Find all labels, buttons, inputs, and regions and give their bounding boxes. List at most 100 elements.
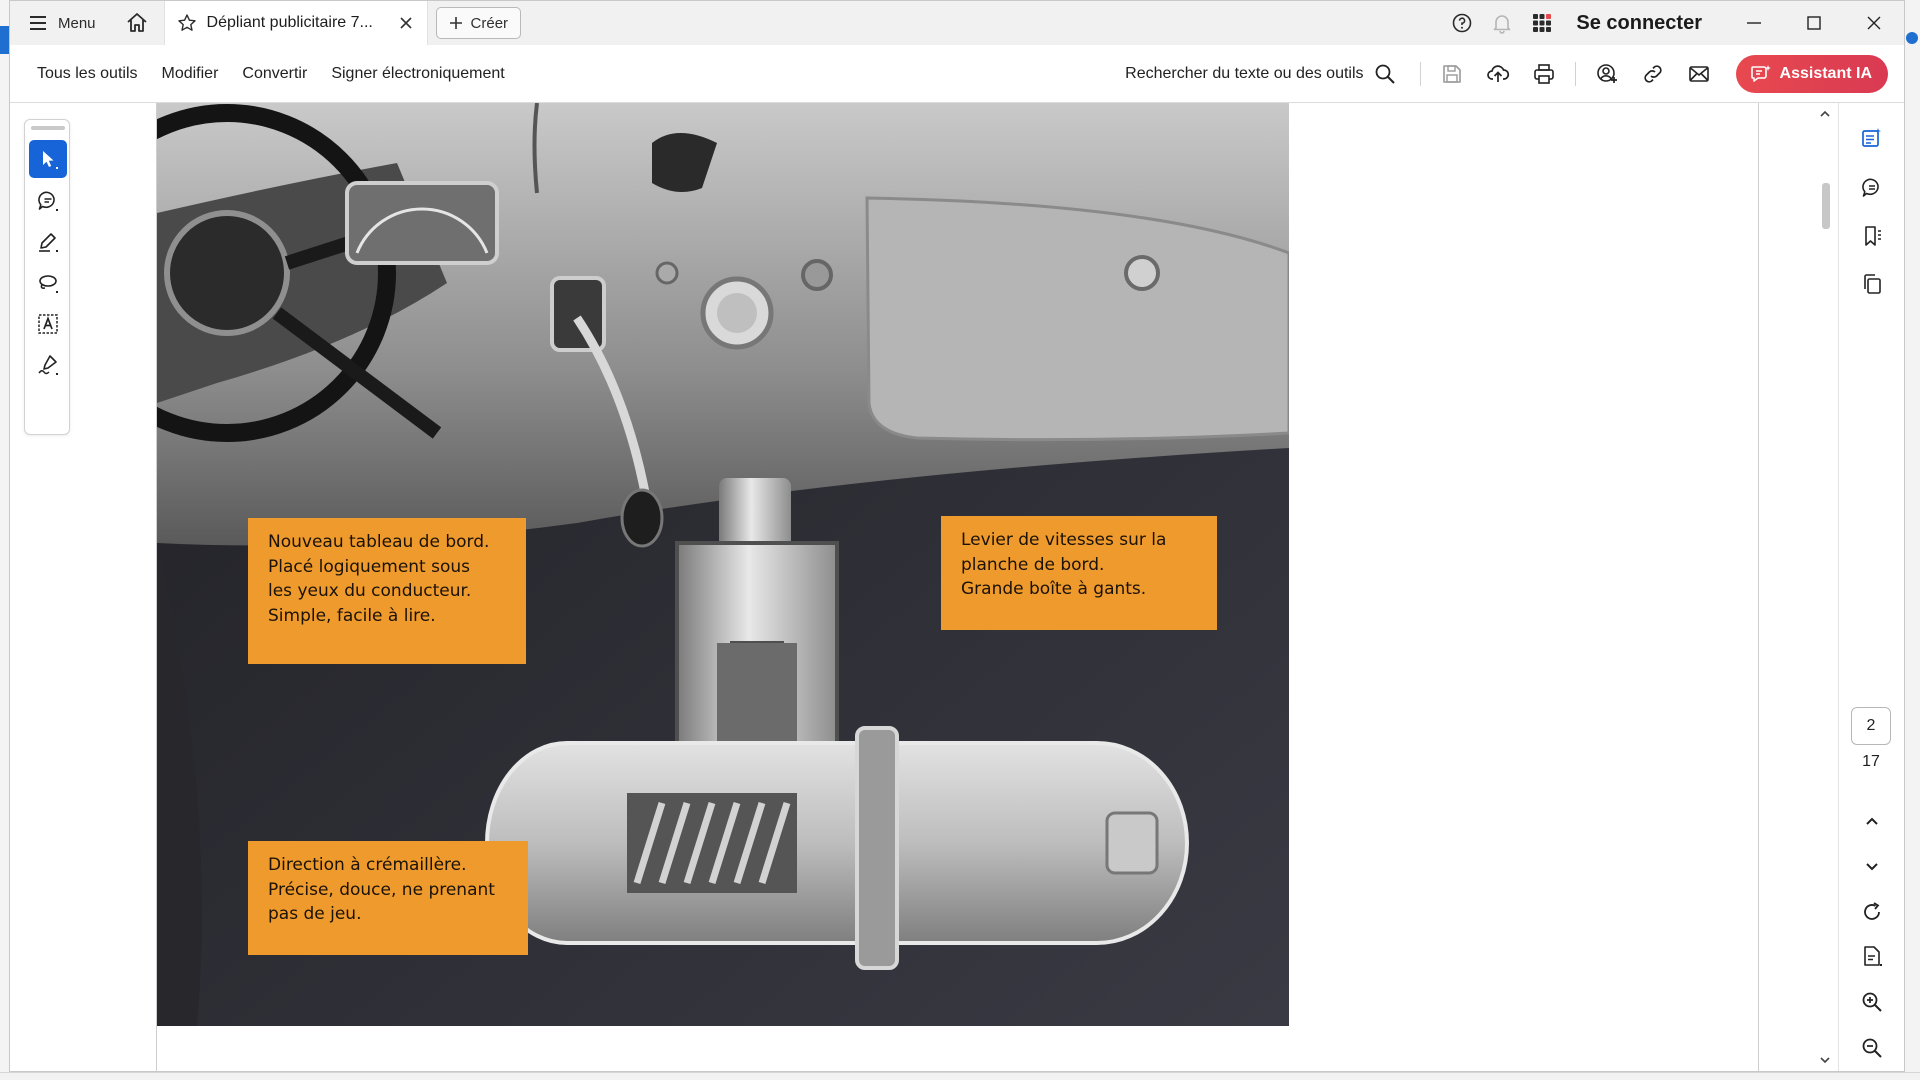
print-button[interactable] (1521, 51, 1567, 97)
previous-page-button[interactable] (1853, 803, 1891, 841)
document-tab[interactable]: Dépliant publicitaire 7... (163, 1, 428, 45)
cursor-arrow-icon (43, 151, 58, 169)
quick-tools-drag-handle[interactable] (31, 126, 65, 130)
current-page-input[interactable]: 2 (1851, 707, 1891, 745)
pages-panel-button[interactable] (1853, 265, 1891, 303)
caption-line: Direction à crémaillère. (268, 855, 467, 875)
right-side-panel: 2 17 (1838, 103, 1904, 1071)
bookmark-icon (1865, 226, 1881, 246)
fit-page-icon (1864, 946, 1882, 966)
ai-assistant-icon (1750, 64, 1771, 82)
comments-panel-button[interactable] (1853, 169, 1891, 207)
menu-button-label: Menu (58, 14, 96, 32)
copy-pages-icon (1864, 274, 1881, 294)
document-tab-title: Dépliant publicitaire 7... (206, 14, 373, 31)
desktop-bottom-strip (0, 1072, 1920, 1080)
hamburger-icon (30, 16, 46, 30)
menu-button[interactable]: Menu (10, 1, 110, 45)
bookmarks-panel-button[interactable] (1853, 217, 1891, 255)
apps-button[interactable] (1522, 1, 1562, 45)
desktop-taskbar-accent (0, 26, 9, 54)
home-icon (126, 13, 147, 32)
scroll-down-arrow[interactable] (1816, 1051, 1834, 1069)
close-icon[interactable] (397, 14, 415, 32)
all-tools-menu[interactable]: Tous les outils (28, 65, 153, 83)
toolbar-divider (1419, 61, 1421, 86)
zoom-out-button[interactable] (1853, 1029, 1891, 1067)
document-view[interactable]: Nouveau tableau de bord. Placé logiqueme… (10, 103, 1838, 1071)
caption-line: Précise, douce, ne prenant (268, 879, 495, 900)
edit-panel-button[interactable] (1853, 119, 1891, 157)
search-tools-label: Rechercher du texte ou des outils (1125, 64, 1364, 82)
printer-icon (1533, 63, 1554, 84)
total-pages-label: 17 (1862, 753, 1880, 770)
notifications-button[interactable] (1482, 1, 1522, 45)
draw-tool-button[interactable] (29, 264, 67, 302)
chevron-down-icon (1866, 863, 1878, 871)
next-page-button[interactable] (1853, 847, 1891, 885)
caption-gear-lever: Levier de vitesses sur la planche de bor… (941, 516, 1217, 630)
edit-document-icon (1862, 128, 1881, 147)
comment-panel-icon (1862, 178, 1879, 197)
scrollbar-thumb[interactable] (1822, 183, 1830, 229)
desktop-edge-right (1905, 0, 1920, 1080)
search-icon (1375, 64, 1395, 84)
page-fit-button[interactable] (1853, 937, 1891, 975)
bell-icon (1494, 15, 1511, 34)
e-sign-menu[interactable]: Signer électroniquement (322, 65, 519, 83)
sign-tool-button[interactable] (29, 346, 67, 384)
lasso-draw-icon (39, 275, 58, 293)
caption-line: pas de jeu. (268, 904, 362, 925)
minimize-button[interactable] (1724, 1, 1784, 45)
upload-cloud-button[interactable] (1475, 51, 1521, 97)
ai-assistant-button[interactable]: Assistant IA (1735, 54, 1888, 93)
title-bar: Menu Dépliant publicitaire 7... Créer Se… (10, 1, 1904, 45)
add-text-tool-button[interactable] (29, 305, 67, 343)
search-tools-button[interactable]: Rechercher du texte ou des outils (1125, 63, 1411, 85)
caption-steering: Direction à crémaillère. Précise, douce,… (248, 841, 528, 955)
edit-menu[interactable]: Modifier (153, 65, 234, 83)
share-people-button[interactable] (1584, 51, 1630, 97)
zoom-in-button[interactable] (1853, 983, 1891, 1021)
sign-in-link[interactable]: Se connecter (1562, 12, 1724, 35)
cloud-upload-icon (1486, 64, 1509, 82)
home-button[interactable] (110, 1, 164, 45)
zoom-out-icon (1862, 1038, 1882, 1058)
minimize-icon (1747, 22, 1761, 24)
maximize-icon (1807, 16, 1821, 30)
caption-line: Levier de vitesses sur la (961, 530, 1167, 550)
pdf-viewer-window: Menu Dépliant publicitaire 7... Créer Se… (9, 0, 1905, 1072)
add-comment-tool-button[interactable] (29, 182, 67, 220)
select-tool-button[interactable] (29, 140, 67, 178)
scroll-up-arrow[interactable] (1816, 105, 1834, 123)
link-icon (1643, 64, 1662, 83)
pen-icon (39, 233, 58, 252)
help-icon (1453, 13, 1472, 33)
desktop-notification-dot (1906, 32, 1918, 44)
rotate-button[interactable] (1853, 893, 1891, 931)
create-button[interactable]: Créer (435, 7, 522, 39)
text-box-icon (38, 314, 58, 334)
caption-line: Grande boîte à gants. (961, 579, 1147, 600)
copy-link-button[interactable] (1630, 51, 1676, 97)
convert-menu[interactable]: Convertir (233, 65, 322, 83)
close-window-button[interactable] (1844, 1, 1904, 45)
save-button[interactable] (1429, 51, 1475, 97)
caption-line: les yeux du conducteur. (268, 581, 472, 602)
caption-dashboard: Nouveau tableau de bord. Placé logiqueme… (248, 518, 526, 664)
toolbar-divider (1574, 61, 1576, 86)
star-icon[interactable] (177, 13, 197, 33)
maximize-button[interactable] (1784, 1, 1844, 45)
main-toolbar: Tous les outils Modifier Convertir Signe… (10, 45, 1904, 103)
email-button[interactable] (1676, 51, 1722, 97)
vertical-scrollbar[interactable] (1816, 103, 1834, 1071)
help-button[interactable] (1442, 1, 1482, 45)
page-edge-right (1758, 103, 1759, 1071)
comment-icon (38, 191, 58, 211)
highlight-tool-button[interactable] (29, 223, 67, 261)
ai-assistant-label: Assistant IA (1779, 64, 1872, 82)
close-window-icon (1867, 16, 1881, 30)
quick-tools-panel (24, 119, 70, 435)
plus-icon (449, 17, 462, 29)
caption-line: Placé logiquement sous (268, 556, 471, 577)
